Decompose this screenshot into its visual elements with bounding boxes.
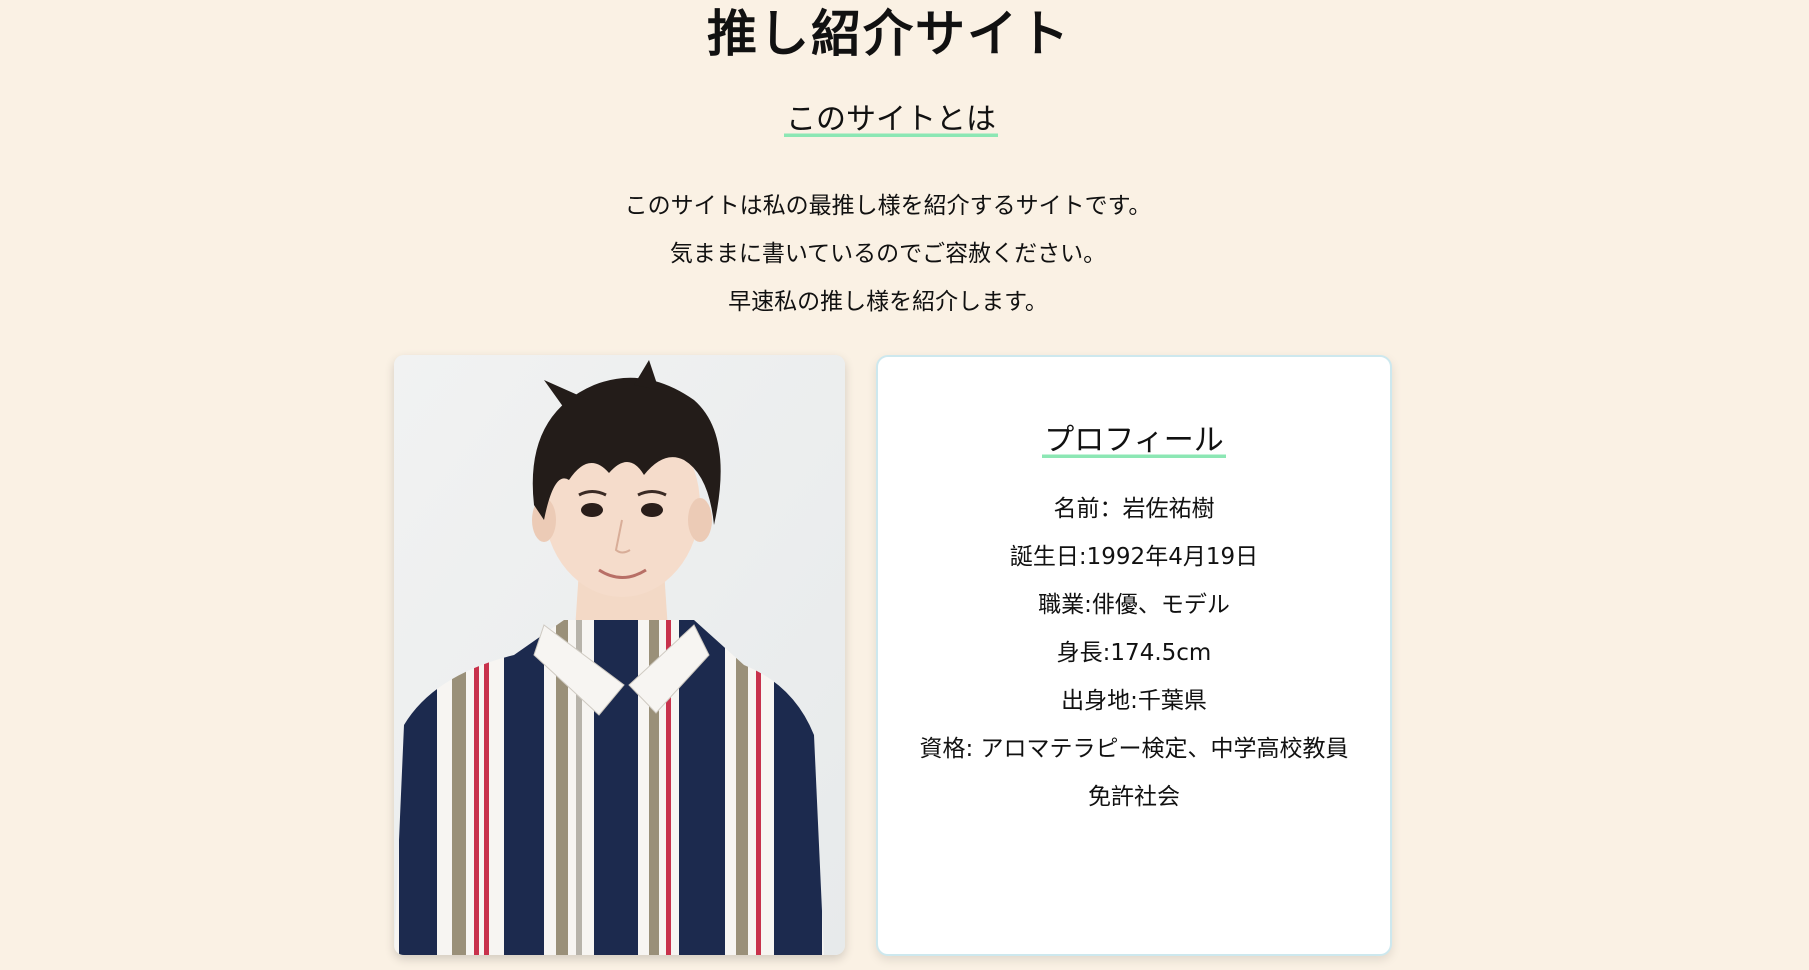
profile-card: プロフィール 名前：岩佐祐樹 誕生日:1992年4月19日 職業:俳優、モデル …: [876, 355, 1392, 956]
profile-name: 名前：岩佐祐樹: [1053, 496, 1215, 522]
about-heading: このサイトとは: [784, 100, 998, 140]
profile-heading: プロフィール: [1042, 421, 1226, 461]
intro-line-3: 早速私の推し様を紹介します。: [728, 289, 1048, 315]
portrait-photo-illustration: [394, 355, 845, 955]
profile-qualifications: 資格: アロマテラピー検定、中学高校教員免許社会: [919, 736, 1349, 810]
profile-height: 身長:174.5cm: [1056, 640, 1212, 666]
intro-line-1: このサイトは私の最推し様を紹介するサイトです。: [624, 193, 1152, 219]
profile-photo: [394, 355, 845, 955]
site-title: 推し紹介サイト: [707, 5, 1071, 63]
intro-line-2: 気ままに書いているのでご容赦ください。: [669, 241, 1107, 267]
profile-occupation: 職業:俳優、モデル: [1038, 592, 1230, 618]
intro-text: このサイトは私の最推し様を紹介するサイトです。 気ままに書いているのでご容赦くだ…: [0, 182, 1776, 326]
about-heading-container: このサイトとは: [0, 100, 1782, 140]
profile-birthday: 誕生日:1992年4月19日: [1009, 544, 1259, 570]
profile-list: 名前：岩佐祐樹 誕生日:1992年4月19日 職業:俳優、モデル 身長:174.…: [878, 485, 1390, 821]
profile-heading-container: プロフィール: [878, 421, 1390, 461]
profile-hometown: 出身地:千葉県: [1061, 688, 1207, 714]
